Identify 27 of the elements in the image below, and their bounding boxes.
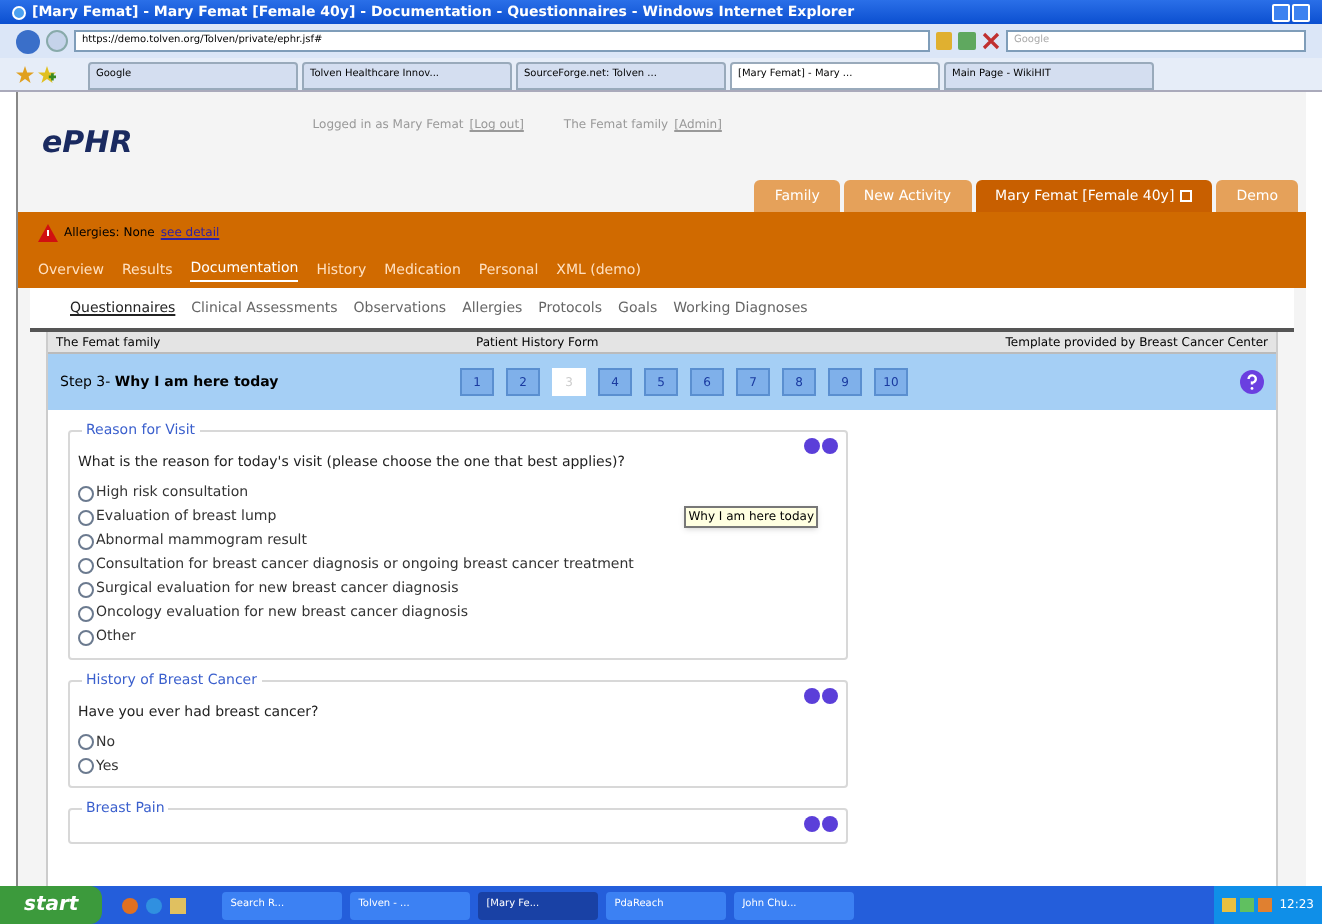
info-icon[interactable]	[804, 438, 820, 454]
radio-button[interactable]	[78, 629, 94, 645]
help-icon[interactable]	[822, 438, 838, 454]
minimize-button[interactable]	[1272, 3, 1290, 21]
radio-button[interactable]	[78, 581, 94, 597]
radio-button[interactable]	[78, 509, 94, 525]
warning-icon	[38, 223, 58, 241]
logo: ePHR	[42, 122, 133, 164]
browser-icon	[12, 5, 26, 19]
radio-button[interactable]	[78, 533, 94, 549]
stop-button[interactable]	[982, 32, 1000, 50]
favorites-star-icon[interactable]	[16, 65, 34, 83]
radio-button[interactable]	[78, 485, 94, 501]
help-icon[interactable]	[822, 687, 838, 703]
add-favorite-icon[interactable]	[38, 65, 56, 83]
radio-button[interactable]	[78, 557, 94, 573]
info-icon[interactable]	[804, 687, 820, 703]
close-icon[interactable]	[1180, 190, 1193, 202]
help-icon[interactable]	[822, 816, 838, 832]
radio-button[interactable]	[78, 734, 94, 750]
start-button[interactable]: start	[0, 886, 103, 924]
maximize-button[interactable]	[1292, 3, 1310, 21]
radio-button[interactable]	[78, 758, 94, 774]
radio-button[interactable]	[78, 605, 94, 621]
back-button[interactable]	[16, 29, 40, 53]
info-icon[interactable]	[804, 816, 820, 832]
help-icon[interactable]	[1240, 370, 1264, 394]
